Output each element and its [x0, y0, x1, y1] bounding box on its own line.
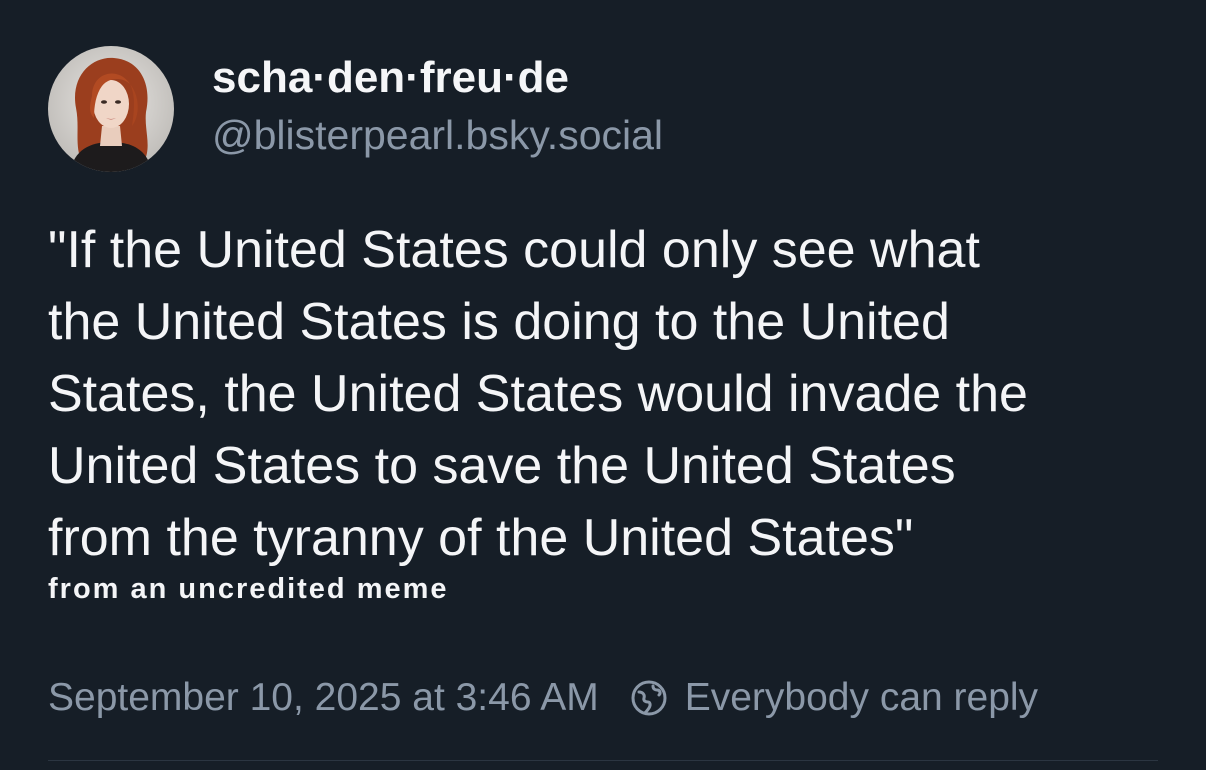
reply-setting[interactable]: Everybody can reply: [629, 676, 1038, 720]
globe-icon: [629, 678, 669, 718]
post-text-line: from the tyranny of the United States": [48, 509, 914, 567]
divider: [48, 760, 1158, 761]
author-names: scha·den·freu·de @blisterpearl.bsky.soci…: [212, 51, 663, 161]
reply-setting-label: Everybody can reply: [684, 676, 1039, 719]
post-card: scha·den·freu·de @blisterpearl.bsky.soci…: [0, 0, 1206, 770]
post-timestamp[interactable]: September 10, 2025 at 3:46 AM: [48, 676, 599, 720]
post-text-line: the United States is doing to the United: [48, 293, 950, 351]
post-text: "If the United States could only see wha…: [48, 214, 1178, 574]
post-text-line: "If the United States could only see wha…: [48, 221, 980, 279]
avatar[interactable]: [48, 46, 174, 172]
post-text-line: States, the United States would invade t…: [48, 365, 1028, 423]
post-attribution: from an uncredited meme: [48, 573, 449, 605]
avatar-image: [48, 46, 174, 172]
post-text-line: United States to save the United States: [48, 437, 956, 495]
post-header: scha·den·freu·de @blisterpearl.bsky.soci…: [48, 46, 663, 172]
author-handle[interactable]: @blisterpearl.bsky.social: [212, 109, 663, 161]
author-display-name[interactable]: scha·den·freu·de: [212, 51, 663, 105]
post-meta: September 10, 2025 at 3:46 AM Everybody …: [48, 676, 1038, 720]
